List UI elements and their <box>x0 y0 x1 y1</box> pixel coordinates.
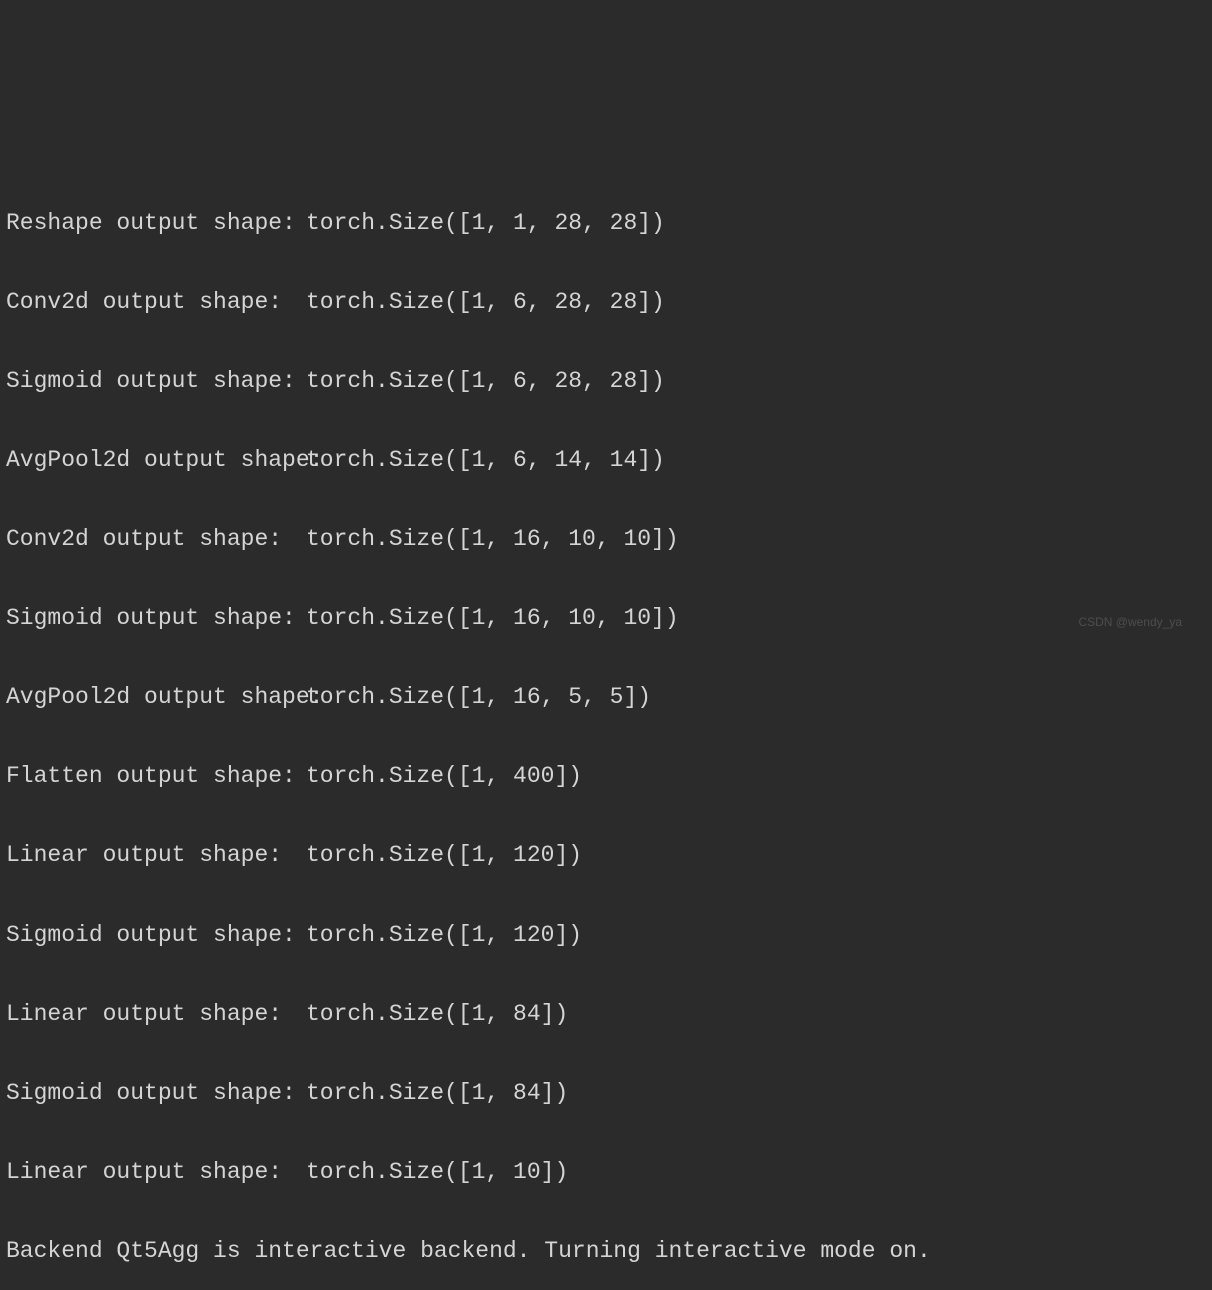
output-row: Sigmoid output shape: torch.Size([1, 6, … <box>6 362 1212 402</box>
tensor-size: torch.Size([1, 84]) <box>306 1074 568 1114</box>
tensor-size: torch.Size([1, 84]) <box>306 995 568 1035</box>
layer-name: Reshape output shape: <box>6 204 306 244</box>
tensor-size: torch.Size([1, 10]) <box>306 1153 568 1193</box>
layer-name: Sigmoid output shape: <box>6 599 306 639</box>
output-row: Flatten output shape: torch.Size([1, 400… <box>6 757 1212 797</box>
layer-name: Linear output shape: <box>6 836 306 876</box>
tensor-size: torch.Size([1, 6, 28, 28]) <box>306 362 665 402</box>
output-row: Sigmoid output shape: torch.Size([1, 84]… <box>6 1074 1212 1114</box>
layer-name: Linear output shape: <box>6 995 306 1035</box>
output-row: Linear output shape: torch.Size([1, 10]) <box>6 1153 1212 1193</box>
layer-name: Linear output shape: <box>6 1153 306 1193</box>
output-row: Reshape output shape: torch.Size([1, 1, … <box>6 204 1212 244</box>
tensor-size: torch.Size([1, 16, 5, 5]) <box>306 678 651 718</box>
tensor-size: torch.Size([1, 400]) <box>306 757 582 797</box>
output-row: AvgPool2d output shape: torch.Size([1, 1… <box>6 678 1212 718</box>
tensor-size: torch.Size([1, 16, 10, 10]) <box>306 599 679 639</box>
layer-name: Sigmoid output shape: <box>6 1074 306 1114</box>
layer-name: Conv2d output shape: <box>6 520 306 560</box>
terminal-output: Reshape output shape: torch.Size([1, 1, … <box>6 164 1212 1290</box>
output-row: Sigmoid output shape: torch.Size([1, 120… <box>6 916 1212 956</box>
tensor-size: torch.Size([1, 16, 10, 10]) <box>306 520 679 560</box>
tensor-size: torch.Size([1, 120]) <box>306 916 582 956</box>
output-row: Linear output shape: torch.Size([1, 120]… <box>6 836 1212 876</box>
output-row: Linear output shape: torch.Size([1, 84]) <box>6 995 1212 1035</box>
tensor-size: torch.Size([1, 6, 14, 14]) <box>306 441 665 481</box>
layer-name: AvgPool2d output shape: <box>6 678 306 718</box>
tensor-size: torch.Size([1, 120]) <box>306 836 582 876</box>
tensor-size: torch.Size([1, 6, 28, 28]) <box>306 283 665 323</box>
layer-name: Sigmoid output shape: <box>6 362 306 402</box>
layer-name: Conv2d output shape: <box>6 283 306 323</box>
backend-message: Backend Qt5Agg is interactive backend. T… <box>6 1232 1212 1272</box>
tensor-size: torch.Size([1, 1, 28, 28]) <box>306 204 665 244</box>
output-row: Conv2d output shape: torch.Size([1, 6, 2… <box>6 283 1212 323</box>
output-row: Sigmoid output shape: torch.Size([1, 16,… <box>6 599 1212 639</box>
layer-name: AvgPool2d output shape: <box>6 441 306 481</box>
layer-name: Flatten output shape: <box>6 757 306 797</box>
layer-name: Sigmoid output shape: <box>6 916 306 956</box>
output-row: AvgPool2d output shape: torch.Size([1, 6… <box>6 441 1212 481</box>
output-row: Conv2d output shape: torch.Size([1, 16, … <box>6 520 1212 560</box>
